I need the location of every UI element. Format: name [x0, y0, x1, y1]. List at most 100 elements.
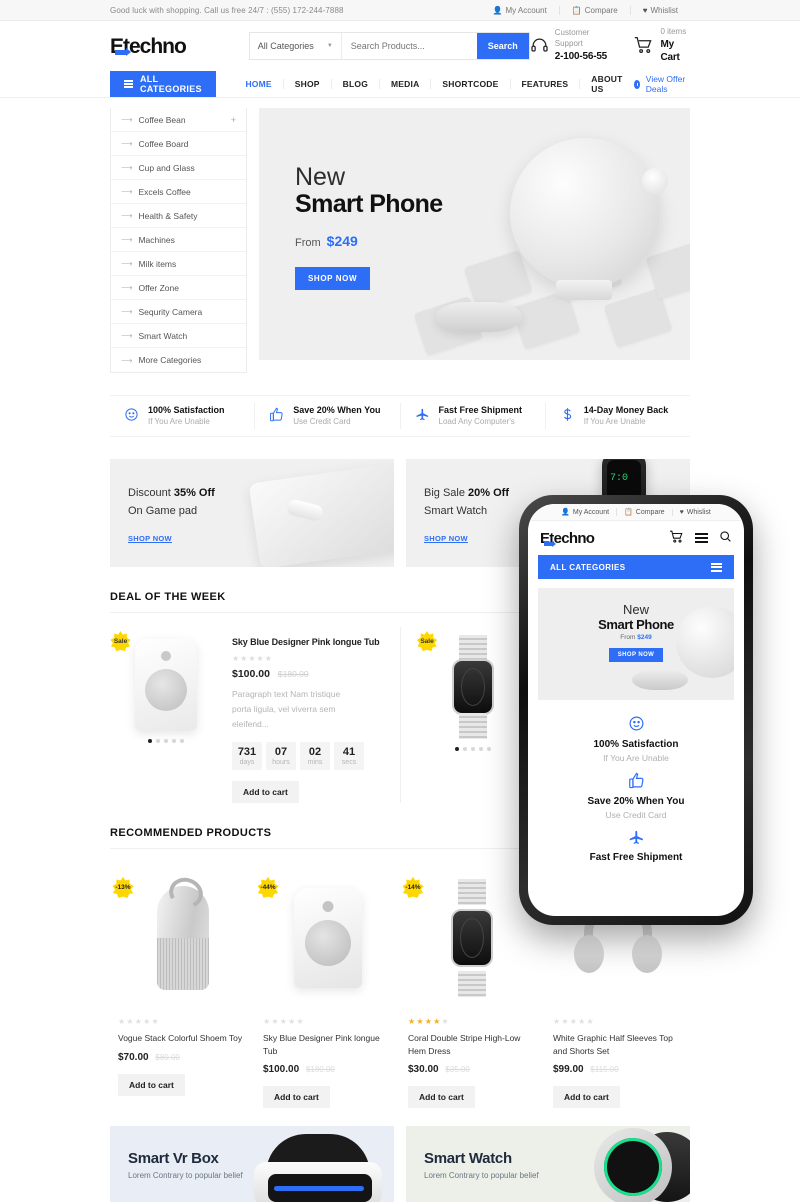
carousel-dot[interactable]	[156, 739, 160, 743]
category-item-machines[interactable]: ⟶ Machines	[111, 228, 246, 252]
phone-hero-from-label: From	[620, 634, 636, 641]
cart-icon[interactable]	[669, 530, 684, 547]
carousel-dot[interactable]	[180, 739, 184, 743]
carousel-dot[interactable]	[454, 747, 459, 751]
site-logo[interactable]: Etechno	[110, 36, 239, 57]
phone-logo[interactable]: Etechno	[540, 530, 595, 547]
topbar-link-compare[interactable]: 📋 Compare	[558, 5, 630, 15]
feature-sub: If You Are Unable	[148, 417, 210, 427]
deal-product-image[interactable]	[451, 635, 494, 739]
category-item-milk-items[interactable]: ⟶ Milk items	[111, 252, 246, 276]
phone-hero-eyebrow: New	[622, 602, 649, 617]
search-icon[interactable]	[719, 530, 732, 546]
promo-shop-now-link[interactable]: SHOP NOW	[128, 534, 172, 543]
add-to-cart-button[interactable]: Add to cart	[118, 1073, 185, 1096]
carousel-dot[interactable]	[470, 747, 475, 751]
phone-hero-text: New Smart Phone From $249 SHOP NOW	[538, 602, 734, 662]
carousel-dot[interactable]	[462, 747, 467, 751]
cart-label: My Cart	[660, 38, 680, 64]
hero-shop-now-button[interactable]: SHOP NOW	[295, 267, 371, 290]
nav-link-shop[interactable]: SHOP	[284, 79, 332, 89]
add-to-cart-button[interactable]: Add to cart	[408, 1086, 475, 1109]
topbar-link-my-account[interactable]: 👤 My Account	[480, 6, 558, 15]
cart-widget[interactable]: 0 items My Cart	[633, 27, 690, 65]
hero-price: $249	[326, 233, 358, 249]
deal-product-name[interactable]: Sky Blue Designer Pink longue Tub	[232, 637, 384, 647]
arrow-right-icon: ⟶	[121, 235, 133, 244]
support-label: Customer Support	[554, 28, 590, 49]
nav-link-media[interactable]: MEDIA	[380, 79, 432, 89]
phone-link-label: My Account	[572, 508, 610, 516]
product-price-row: $30.00 $35.00	[408, 1064, 537, 1075]
watch-front-image	[594, 1128, 672, 1202]
nav-link-home[interactable]: HOME	[234, 79, 284, 89]
feature-sub: Load Any Computer's	[438, 417, 515, 427]
product-image[interactable]	[263, 863, 392, 1013]
category-item-coffee-board[interactable]: ⟶ Coffee Board	[111, 132, 246, 156]
search-input[interactable]	[341, 33, 477, 59]
customer-support[interactable]: Customer Support 2-100-56-55	[530, 28, 612, 63]
top-bar: Good luck with shopping. Call us free 24…	[0, 0, 800, 21]
phone-link-compare[interactable]: 📋 Compare	[616, 508, 672, 516]
deal-carousel-dots[interactable]	[110, 739, 222, 743]
add-to-cart-button[interactable]: Add to cart	[232, 780, 299, 803]
product-name[interactable]: Sky Blue Designer Pink longue Tub	[263, 1032, 392, 1058]
product-name[interactable]: Vogue Stack Colorful Shoem Toy	[118, 1032, 247, 1045]
phone-all-categories-button[interactable]: ALL CATEGORIES	[538, 555, 734, 579]
category-item-smart-watch[interactable]: ⟶ Smart Watch	[111, 324, 246, 348]
arrow-right-icon: ⟶	[121, 187, 133, 196]
phone-link-my-account[interactable]: 👤 My Account	[554, 508, 616, 517]
expand-plus-icon[interactable]: +	[231, 115, 236, 125]
hero-speaker-dot	[642, 168, 668, 194]
nav-link-about-us[interactable]: ABOUT US	[580, 74, 633, 94]
search-button[interactable]: Search	[476, 33, 529, 59]
heart-icon: ♥	[642, 5, 648, 15]
banner-smart-vr-box[interactable]: Smart Vr Box Lorem Contrary to popular b…	[110, 1126, 394, 1202]
category-item-coffee-bean[interactable]: ⟶ Coffee Bean +	[111, 108, 246, 132]
category-item-health-and-safety[interactable]: ⟶ Health & Safety	[111, 204, 246, 228]
topbar-link-whislist[interactable]: ♥ Whislist	[629, 5, 690, 15]
hero-banner[interactable]: New Smart Phone From $249 SHOP NOW	[259, 108, 690, 360]
category-label: Cup and Glass	[138, 162, 195, 173]
nav-link-blog[interactable]: BLOG	[332, 79, 381, 89]
product-image[interactable]	[118, 863, 247, 1013]
product-price-row: $100.00 $180.00	[263, 1064, 392, 1075]
carousel-dot[interactable]	[172, 739, 176, 743]
product-name[interactable]: Coral Double Stripe High-Low Hem Dress	[408, 1032, 537, 1058]
deal-carousel-dots[interactable]	[417, 747, 529, 751]
promo-gamepad[interactable]: Discount 35% Off On Game pad SHOP NOW	[110, 459, 394, 567]
carousel-dot[interactable]	[486, 747, 491, 751]
add-to-cart-button[interactable]: Add to cart	[263, 1086, 330, 1109]
deal-product-image[interactable]	[135, 639, 197, 731]
banner-smart-watch[interactable]: Smart Watch Lorem Contrary to popular be…	[406, 1126, 690, 1202]
view-offer-deals[interactable]: View Offer Deals	[633, 71, 690, 97]
category-item-cup-and-glass[interactable]: ⟶ Cup and Glass	[111, 156, 246, 180]
carousel-dot[interactable]	[164, 739, 168, 743]
phone-hero-shop-now-button[interactable]: SHOP NOW	[608, 648, 664, 662]
product-image[interactable]	[408, 863, 537, 1013]
nav-link-shortcode[interactable]: SHORTCODE	[431, 79, 511, 89]
phone-hero-banner[interactable]: New Smart Phone From $249 SHOP NOW	[538, 588, 734, 700]
phone-link-whislist[interactable]: ♥ Whislist	[671, 508, 718, 516]
product-name[interactable]: White Graphic Half Sleeves Top and Short…	[553, 1032, 682, 1058]
hamburger-icon[interactable]	[695, 532, 708, 544]
nav-link-features[interactable]: FEATURES	[511, 79, 581, 89]
carousel-dot[interactable]	[148, 739, 152, 743]
all-categories-button[interactable]: ALL CATEGORIES	[110, 71, 217, 97]
category-item-offer-zone[interactable]: ⟶ Offer Zone	[111, 276, 246, 300]
category-item-more-categories[interactable]: ⟶ More Categories	[111, 348, 246, 372]
carousel-dot[interactable]	[478, 747, 483, 751]
search-category-select[interactable]: All Categories ▼	[250, 33, 342, 59]
product-price: $100.00	[263, 1064, 300, 1076]
category-item-sequrity-camera[interactable]: ⟶ Sequrity Camera	[111, 300, 246, 324]
studio-speaker-image	[293, 887, 362, 988]
phone-feature-title: 100% Satisfaction	[593, 738, 679, 750]
add-to-cart-button[interactable]: Add to cart	[553, 1086, 620, 1109]
phone-all-categories-label: ALL CATEGORIES	[550, 562, 626, 572]
hero-speaker-stand	[556, 280, 612, 300]
cart-count: 0 items	[660, 27, 687, 37]
feature-money-back: 14-Day Money Back If You Are Unable	[544, 403, 690, 429]
promo-shop-now-link[interactable]: SHOP NOW	[424, 534, 468, 543]
category-item-excels-coffee[interactable]: ⟶ Excels Coffee	[111, 180, 246, 204]
compare-icon: 📋	[571, 5, 582, 15]
